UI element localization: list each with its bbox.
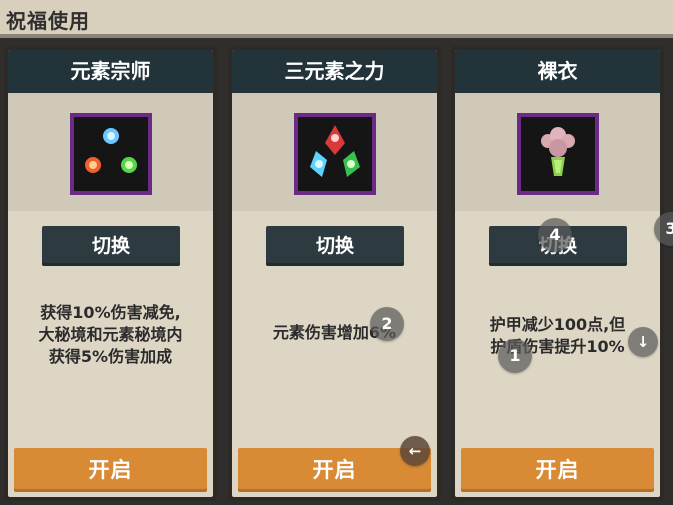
card-inner: 元素宗师 切换 获得10%伤害减免, 大秘境和元素秘境内 获得5%伤害加成 开启 — [8, 50, 213, 497]
card-three-element-power: 三元素之力 切换 元素伤害增加6% 开启 — [228, 46, 441, 501]
card-title: 元素宗师 — [70, 59, 151, 83]
three-element-power-icon — [294, 113, 376, 195]
bare-shirt-icon — [517, 113, 599, 195]
overlay-marker-1[interactable]: 1 — [498, 339, 532, 373]
description-line: 护盾伤害提升10% — [490, 337, 625, 356]
overlay-marker-left-arrow[interactable]: ← — [400, 436, 430, 466]
card-header: 裸衣 — [455, 50, 660, 93]
card-inner: 三元素之力 切换 元素伤害增加6% 开启 — [232, 50, 437, 497]
overlay-marker-4[interactable]: 4 — [538, 218, 572, 252]
card-header: 元素宗师 — [8, 50, 213, 93]
description-line: 护甲减少100点,但 — [489, 315, 626, 334]
icon-area — [455, 93, 660, 211]
description: 护甲减少100点,但 护盾伤害提升10% — [463, 314, 652, 358]
card-bare-shirt: 裸衣 切换 护甲减少100点,但 护盾伤害提升10% 开启 — [451, 46, 664, 501]
description: 获得10%伤害减免, 大秘境和元素秘境内 获得5%伤害加成 — [16, 302, 205, 368]
card-inner: 裸衣 切换 护甲减少100点,但 护盾伤害提升10% 开启 — [455, 50, 660, 497]
description-line: 获得10%伤害减免, — [40, 303, 181, 322]
icon-area — [8, 93, 213, 211]
window-title: 祝福使用 — [6, 9, 90, 33]
window-header: 祝福使用 — [0, 0, 673, 38]
overlay-marker-2[interactable]: 2 — [370, 307, 404, 341]
switch-button[interactable]: 切换 — [266, 226, 404, 266]
card-header: 三元素之力 — [232, 50, 437, 93]
icon-area — [232, 93, 437, 211]
card-title: 三元素之力 — [284, 59, 385, 83]
switch-button[interactable]: 切换 — [42, 226, 180, 266]
overlay-marker-down-arrow[interactable]: ↓ — [628, 327, 658, 357]
open-button[interactable]: 开启 — [14, 448, 207, 492]
description-line: 获得5%伤害加成 — [48, 347, 173, 366]
three-element-power-svg — [310, 125, 360, 177]
bare-shirt-svg — [541, 127, 575, 176]
card-elemental-master: 元素宗师 切换 获得10%伤害减免, 大秘境和元素秘境内 获得5%伤害加成 开启 — [4, 46, 217, 501]
open-button[interactable]: 开启 — [461, 448, 654, 492]
elemental-master-icon — [70, 113, 152, 195]
card-title: 裸衣 — [537, 59, 578, 83]
description-line: 大秘境和元素秘境内 — [38, 325, 183, 344]
elemental-master-svg — [85, 128, 137, 173]
